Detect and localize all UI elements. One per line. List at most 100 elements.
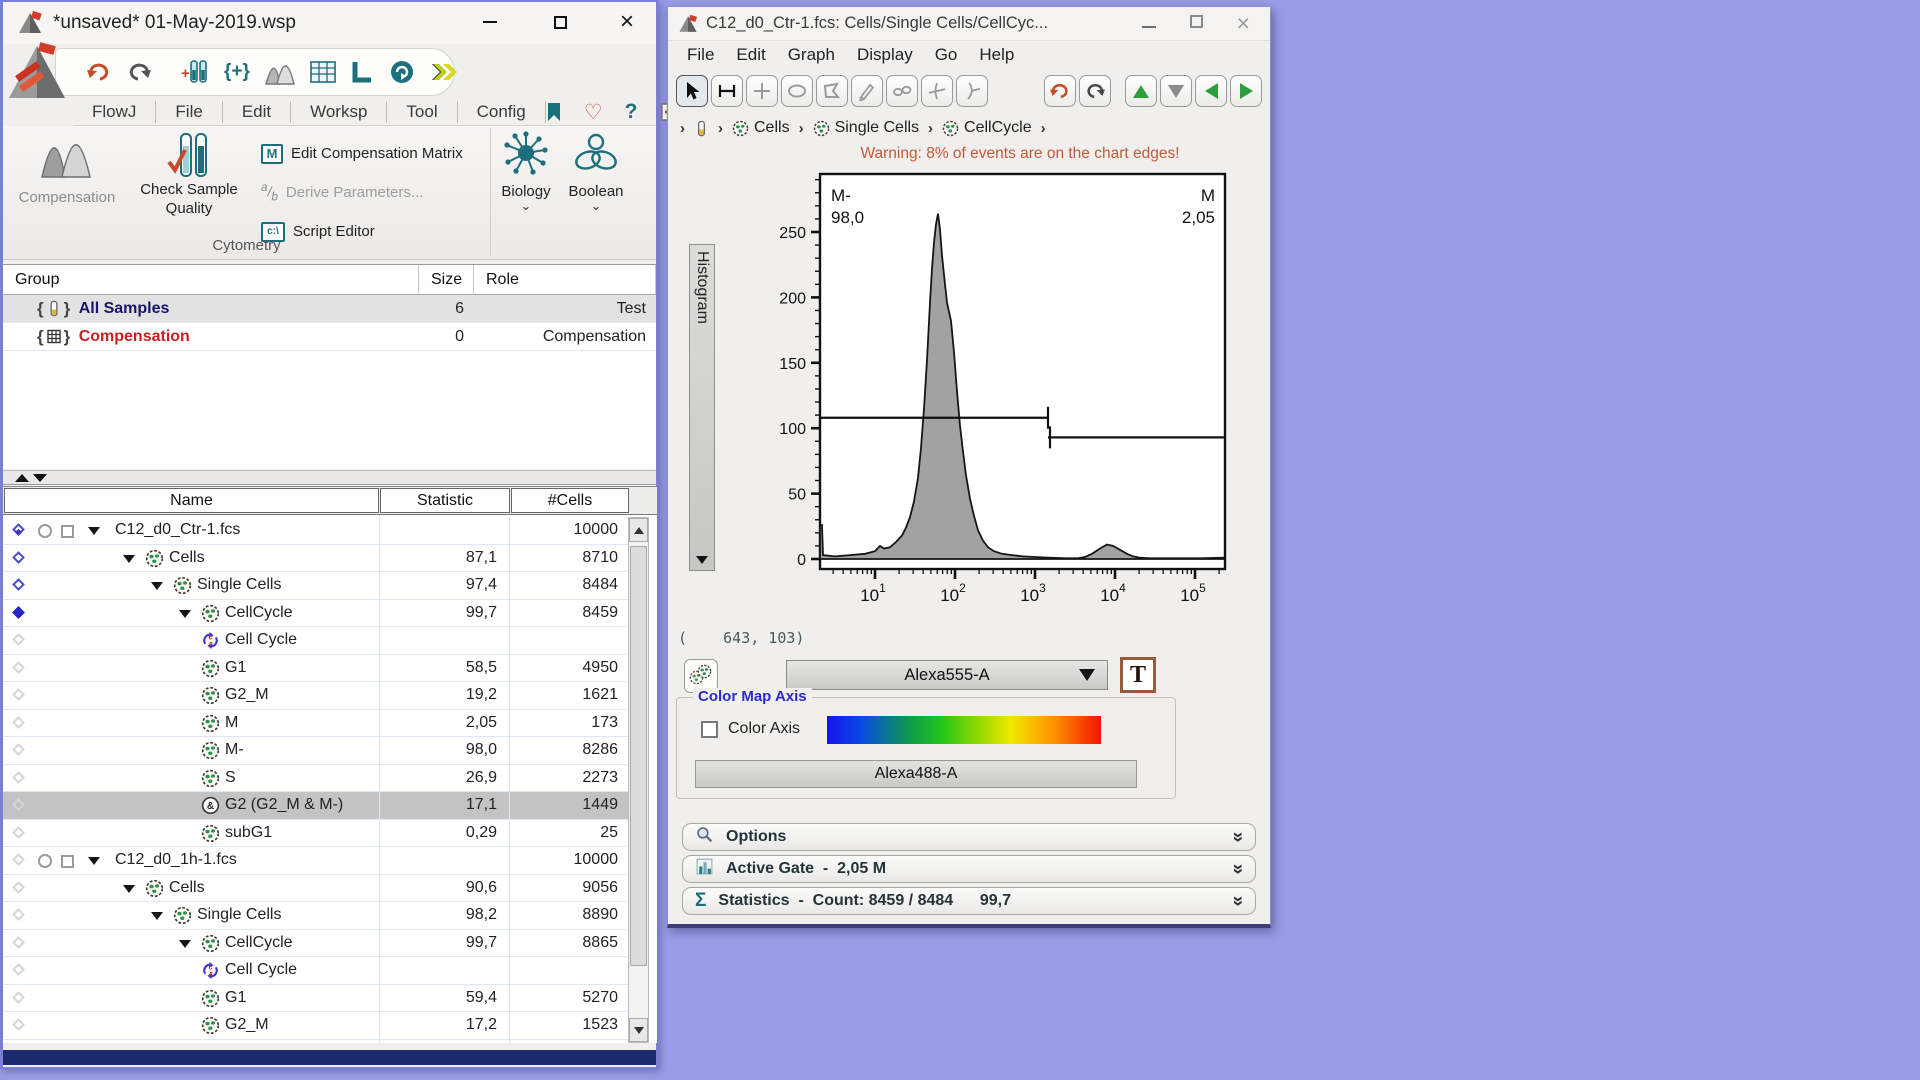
menu-file[interactable]: File xyxy=(676,45,725,65)
ancestry-up-button[interactable] xyxy=(1125,75,1157,107)
range-gate-tool-button[interactable] xyxy=(711,75,743,107)
group-row[interactable]: {} All Samples 6 Test xyxy=(3,295,656,323)
gate-diamond-icon[interactable] xyxy=(12,991,25,1004)
splitter-down-icon[interactable] xyxy=(33,474,47,482)
expander-icon[interactable] xyxy=(123,885,135,893)
compensation-button[interactable]: Compensation xyxy=(11,132,123,207)
expander-icon[interactable] xyxy=(88,857,100,865)
gate-diamond-icon[interactable] xyxy=(12,908,25,921)
chevron-right-icon[interactable]: › xyxy=(799,120,804,137)
expander-icon[interactable] xyxy=(123,555,135,563)
menu-edit[interactable]: Edit xyxy=(725,45,776,65)
table-button[interactable] xyxy=(310,55,336,89)
gate-diamond-icon[interactable] xyxy=(12,798,25,811)
cells-column-header[interactable]: #Cells xyxy=(511,488,629,513)
restart-button[interactable] xyxy=(388,55,416,89)
tab-flowj[interactable]: FlowJ xyxy=(73,101,156,123)
name-column-header[interactable]: Name xyxy=(4,488,379,513)
graph-minimize-button[interactable] xyxy=(1142,15,1156,33)
graph-titlebar[interactable]: C12_d0_Ctr-1.fcs: Cells/Single Cells/Cel… xyxy=(668,7,1270,41)
bookmark-icon[interactable] xyxy=(546,102,562,122)
gate-diamond-icon[interactable] xyxy=(12,606,25,619)
eyeglasses-tool-button[interactable] xyxy=(886,75,918,107)
breadcrumb-cells[interactable]: Cells xyxy=(732,119,790,137)
advance-chevrons-button[interactable] xyxy=(430,55,460,89)
expand-chevron-icon[interactable]: » xyxy=(1227,832,1249,843)
select-tool-button[interactable] xyxy=(676,75,708,107)
derive-parameters-button[interactable]: a/b Derive Parameters... xyxy=(261,173,463,212)
tree-row[interactable]: subG1 0,29 25 xyxy=(3,820,628,848)
ellipse-gate-tool-button[interactable] xyxy=(781,75,813,107)
gate-diamond-icon[interactable] xyxy=(12,881,25,894)
y-axis-parameter-button[interactable]: Histogram xyxy=(689,244,715,571)
expander-icon[interactable] xyxy=(179,610,191,618)
curly-quad-tool-button[interactable] xyxy=(921,75,953,107)
quad-gate-tool-button[interactable] xyxy=(746,75,778,107)
statistics-panel[interactable]: Σ Statistics - Count: 8459 / 8484 99,7 » xyxy=(682,887,1256,915)
gate-diamond-icon[interactable] xyxy=(12,853,25,866)
menu-go[interactable]: Go xyxy=(924,45,969,65)
tree-row[interactable]: Cells 90,6 9056 xyxy=(3,875,628,903)
tree-row[interactable]: G2_M 19,2 1621 xyxy=(3,682,628,710)
graph-redo-button[interactable] xyxy=(1079,75,1111,107)
size-column-header[interactable]: Size xyxy=(419,265,474,294)
tab-file[interactable]: File xyxy=(156,101,222,123)
prev-sample-button[interactable] xyxy=(1195,75,1227,107)
edit-compensation-matrix-button[interactable]: M Edit Compensation Matrix xyxy=(261,134,463,173)
tree-row[interactable]: C12_d0_Ctr-1.fcs 10000 xyxy=(3,517,628,545)
gate-diamond-icon[interactable] xyxy=(12,578,25,591)
gate-diamond-icon[interactable] xyxy=(12,633,25,646)
tree-row[interactable]: Single Cells 97,4 8484 xyxy=(3,572,628,600)
scroll-down-button[interactable] xyxy=(629,1018,648,1042)
left-titlebar[interactable]: *unsaved* 01-May-2019.wsp × xyxy=(3,2,656,44)
graph-close-button[interactable]: × xyxy=(1237,10,1250,37)
expander-icon[interactable] xyxy=(151,582,163,590)
tab-edit[interactable]: Edit xyxy=(223,101,291,123)
gate-diamond-icon[interactable] xyxy=(12,661,25,674)
tree-row[interactable]: G2 (G2_M & M-) 17,1 1449 xyxy=(3,792,628,820)
tree-row[interactable]: G1 58,5 4950 xyxy=(3,655,628,683)
histogram-tool-button[interactable] xyxy=(264,55,296,89)
gate-diamond-icon[interactable] xyxy=(12,1018,25,1031)
help-icon[interactable]: ? xyxy=(625,100,638,124)
pane-splitter[interactable] xyxy=(3,470,656,485)
favorites-heart-icon[interactable]: ♡ xyxy=(584,100,603,125)
tree-row[interactable]: CellCycle 99,7 8459 xyxy=(3,600,628,628)
gate-diamond-icon[interactable] xyxy=(12,551,25,564)
splitter-up-icon[interactable] xyxy=(15,474,29,482)
layout-editor-button[interactable] xyxy=(350,55,374,89)
chevron-right-icon[interactable]: › xyxy=(718,120,723,137)
scroll-thumb[interactable] xyxy=(630,546,647,966)
statistic-column-header[interactable]: Statistic xyxy=(380,488,510,513)
tree-row[interactable]: C12_d0_1h-1.fcs 10000 xyxy=(3,847,628,875)
gate-diamond-icon[interactable] xyxy=(12,743,25,756)
maximize-button[interactable] xyxy=(543,2,577,42)
text-annotation-button[interactable]: T xyxy=(1120,657,1156,693)
tree-row[interactable]: G1 59,4 5270 xyxy=(3,985,628,1013)
minimize-button[interactable] xyxy=(473,2,507,42)
options-panel[interactable]: Options » xyxy=(682,823,1256,851)
tab-config[interactable]: Config xyxy=(458,101,546,123)
tree-row[interactable]: Cell Cycle xyxy=(3,957,628,985)
chevron-right-icon[interactable]: › xyxy=(1041,120,1046,137)
redo-button[interactable] xyxy=(126,55,152,89)
tree-row[interactable]: Single Cells 98,2 8890 xyxy=(3,902,628,930)
x-axis-parameter-dropdown[interactable]: Alexa555-A xyxy=(786,660,1108,690)
gate-diamond-icon[interactable] xyxy=(12,771,25,784)
tree-row[interactable]: M- 98,0 8286 xyxy=(3,737,628,765)
undo-button[interactable] xyxy=(86,55,112,89)
polygon-gate-tool-button[interactable] xyxy=(816,75,848,107)
chevron-right-icon[interactable]: › xyxy=(680,120,685,137)
expander-icon[interactable] xyxy=(179,940,191,948)
add-keyword-button[interactable]: {+} xyxy=(224,55,250,89)
breadcrumb-single-cells[interactable]: Single Cells xyxy=(813,119,919,137)
gate-diamond-icon[interactable] xyxy=(12,716,25,729)
gate-diamond-icon[interactable] xyxy=(12,688,25,701)
add-samples-button[interactable]: + xyxy=(180,55,210,89)
biology-button[interactable]: Biology ⌄ xyxy=(495,130,557,211)
gate-circle-icon[interactable] xyxy=(38,854,52,868)
gate-diamond-icon[interactable] xyxy=(12,523,25,536)
tree-row[interactable]: CellCycle 99,7 8865 xyxy=(3,930,628,958)
gate-diamond-icon[interactable] xyxy=(12,826,25,839)
color-axis-checkbox[interactable] xyxy=(701,721,718,738)
